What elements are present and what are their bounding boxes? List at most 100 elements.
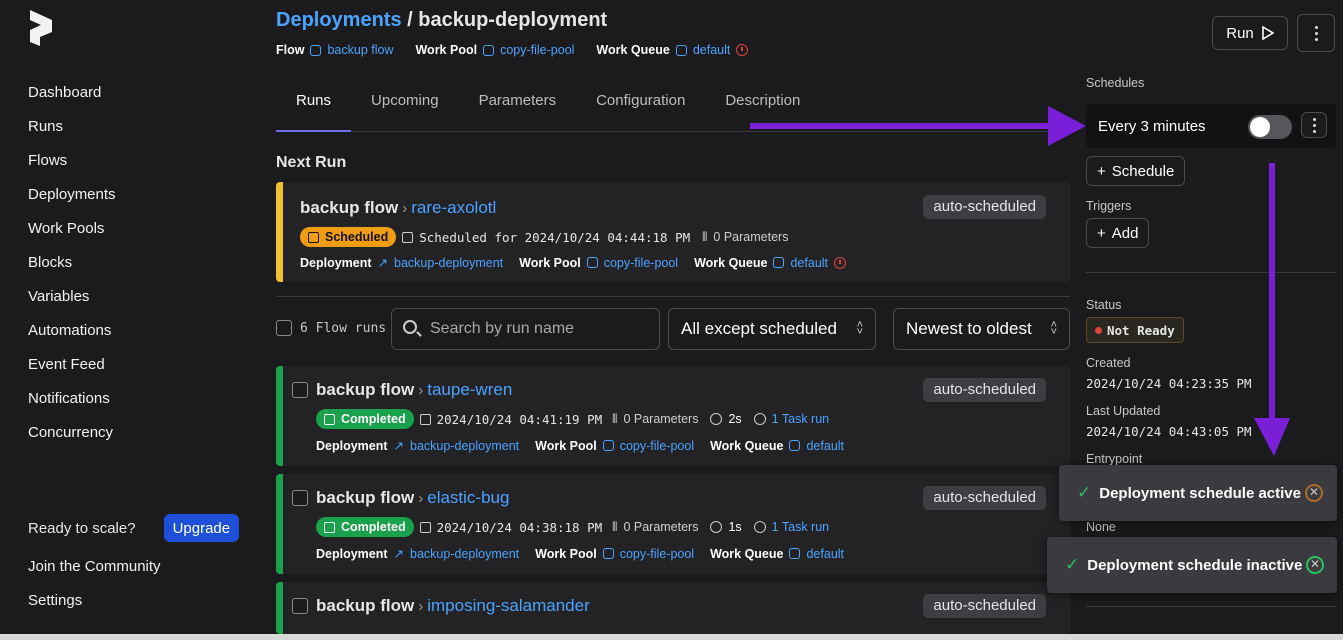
tab-configuration[interactable]: Configuration bbox=[576, 84, 705, 132]
sidebar-item-concurrency[interactable]: Concurrency bbox=[28, 422, 116, 456]
work-queue-link[interactable]: default bbox=[790, 256, 828, 270]
sort-select[interactable]: Newest to oldest ˄ ˅ bbox=[893, 308, 1070, 350]
task-icon bbox=[753, 521, 766, 533]
deployment-link[interactable]: backup-deployment bbox=[410, 547, 519, 561]
sidebar-item-notifications[interactable]: Notifications bbox=[28, 388, 116, 422]
schedule-toggle[interactable] bbox=[1248, 115, 1292, 139]
run-relations: Deployment ↗ backup-deployment Work Pool… bbox=[316, 546, 844, 562]
plus-icon: + bbox=[1097, 224, 1106, 242]
run-card[interactable]: backup flow › taupe-wren auto-scheduled … bbox=[276, 366, 1070, 466]
check-square-icon bbox=[324, 413, 335, 425]
run-button[interactable]: Run bbox=[1212, 16, 1288, 50]
add-schedule-button[interactable]: + Schedule bbox=[1086, 156, 1186, 186]
more-options-button[interactable] bbox=[1297, 14, 1335, 52]
work-queue-link[interactable]: default bbox=[806, 547, 844, 561]
tab-runs[interactable]: Runs bbox=[276, 84, 352, 132]
deployment-link[interactable]: backup-deployment bbox=[394, 256, 503, 270]
run-name-link[interactable]: taupe-wren bbox=[427, 380, 512, 400]
deployment-link[interactable]: backup-deployment bbox=[410, 439, 519, 453]
work-queue-label: Work Queue bbox=[710, 546, 784, 561]
work-queue-label: Work Queue bbox=[710, 438, 784, 453]
sidebar-item-event-feed[interactable]: Event Feed bbox=[28, 354, 116, 388]
search-input[interactable] bbox=[391, 308, 660, 350]
scale-text: Ready to scale? bbox=[28, 519, 136, 537]
run-card[interactable]: backup flow › elastic-bug auto-scheduled… bbox=[276, 474, 1070, 574]
work-queue-link[interactable]: default bbox=[806, 439, 844, 453]
select-all-checkbox[interactable] bbox=[276, 320, 292, 336]
next-run-card[interactable]: backup flow › rare-axolotl auto-schedule… bbox=[276, 182, 1070, 282]
work-pool-label: Work Pool bbox=[519, 255, 581, 270]
run-name-link[interactable]: imposing-salamander bbox=[427, 596, 590, 616]
flow-icon bbox=[310, 44, 322, 56]
run-checkbox[interactable] bbox=[292, 382, 308, 398]
sliders-icon: ⫴ bbox=[702, 229, 708, 244]
sidebar-item-runs[interactable]: Runs bbox=[28, 116, 116, 150]
toast-message: Deployment schedule inactive bbox=[1087, 556, 1303, 574]
run-name-link[interactable]: elastic-bug bbox=[427, 488, 509, 508]
flow-run-count: 6 Flow runs bbox=[300, 320, 387, 336]
sidebar-item-work-pools[interactable]: Work Pools bbox=[28, 218, 116, 252]
run-checkbox[interactable] bbox=[292, 490, 308, 506]
work-queue-link[interactable]: default bbox=[693, 43, 731, 57]
tab-description[interactable]: Description bbox=[705, 84, 820, 132]
sidebar-item-variables[interactable]: Variables bbox=[28, 286, 116, 320]
run-title: backup flow › taupe-wren bbox=[316, 380, 512, 400]
plus-icon: + bbox=[1097, 162, 1106, 180]
flow-name[interactable]: backup flow bbox=[300, 198, 398, 218]
prefect-logo-icon[interactable] bbox=[28, 10, 54, 46]
run-details: Completed 2024/10/24 04:41:19 PM ⫴ 0 Par… bbox=[316, 409, 829, 429]
chevron-right-icon: › bbox=[402, 199, 408, 217]
schedule-menu-button[interactable] bbox=[1301, 112, 1327, 138]
state-badge: Completed bbox=[316, 517, 414, 537]
work-pool-label: Work Pool bbox=[415, 43, 478, 57]
next-run-heading: Next Run bbox=[276, 154, 347, 171]
flow-name[interactable]: backup flow bbox=[316, 596, 414, 616]
flow-link[interactable]: backup flow bbox=[327, 43, 393, 57]
run-checkbox[interactable] bbox=[292, 598, 308, 614]
sidebar-item-automations[interactable]: Automations bbox=[28, 320, 116, 354]
sidebar-item-dashboard[interactable]: Dashboard bbox=[28, 82, 116, 116]
status-heading: Status bbox=[1086, 298, 1122, 312]
work-queue-label: Work Queue bbox=[694, 255, 768, 270]
sidebar-item-flows[interactable]: Flows bbox=[28, 150, 116, 184]
work-pool-link[interactable]: copy-file-pool bbox=[620, 439, 694, 453]
close-icon[interactable]: ✕ bbox=[1305, 484, 1323, 502]
state-badge: Scheduled bbox=[300, 227, 397, 247]
entrypoint-heading: Entrypoint bbox=[1086, 452, 1143, 466]
community-link[interactable]: Join the Community bbox=[28, 558, 161, 575]
calendar-icon bbox=[419, 521, 431, 533]
close-icon[interactable]: ✕ bbox=[1306, 556, 1324, 574]
work-queue-icon bbox=[675, 44, 687, 56]
work-pool-label: Work Pool bbox=[535, 546, 597, 561]
settings-link[interactable]: Settings bbox=[28, 592, 82, 609]
divider bbox=[276, 296, 1070, 297]
work-pool-link[interactable]: copy-file-pool bbox=[500, 43, 574, 57]
toast-message: Deployment schedule active bbox=[1099, 484, 1301, 502]
upgrade-button[interactable]: Upgrade bbox=[163, 514, 240, 542]
flow-name[interactable]: backup flow bbox=[316, 488, 414, 508]
flow-name[interactable]: backup flow bbox=[316, 380, 414, 400]
toast-schedule-inactive: ✓ Deployment schedule inactive ✕ bbox=[1047, 537, 1337, 593]
status-dot-icon bbox=[1095, 326, 1102, 334]
chevron-right-icon: › bbox=[418, 597, 424, 615]
clock-icon bbox=[710, 521, 723, 533]
run-relations: Deployment ↗ backup-deployment Work Pool… bbox=[316, 438, 844, 454]
run-details: Completed 2024/10/24 04:38:18 PM ⫴ 0 Par… bbox=[316, 517, 829, 537]
add-trigger-button[interactable]: + Add bbox=[1086, 218, 1150, 248]
run-name-link[interactable]: rare-axolotl bbox=[411, 198, 496, 218]
deployment-label: Deployment bbox=[300, 255, 372, 270]
work-pool-link[interactable]: copy-file-pool bbox=[604, 256, 678, 270]
state-filter-select[interactable]: All except scheduled ˄ ˅ bbox=[668, 308, 876, 350]
state-bar bbox=[276, 366, 283, 466]
sidebar-item-blocks[interactable]: Blocks bbox=[28, 252, 116, 286]
task-run-link[interactable]: 1 Task run bbox=[772, 412, 829, 426]
tab-parameters[interactable]: Parameters bbox=[459, 84, 577, 132]
toggle-knob bbox=[1250, 117, 1270, 137]
breadcrumb-deployments[interactable]: Deployments bbox=[276, 9, 402, 31]
task-run-link[interactable]: 1 Task run bbox=[772, 520, 829, 534]
sidebar-item-deployments[interactable]: Deployments bbox=[28, 184, 116, 218]
work-pool-link[interactable]: copy-file-pool bbox=[620, 547, 694, 561]
tab-upcoming[interactable]: Upcoming bbox=[351, 84, 459, 132]
bottom-edge bbox=[0, 634, 1343, 640]
run-card[interactable]: backup flow › imposing-salamander auto-s… bbox=[276, 582, 1070, 634]
